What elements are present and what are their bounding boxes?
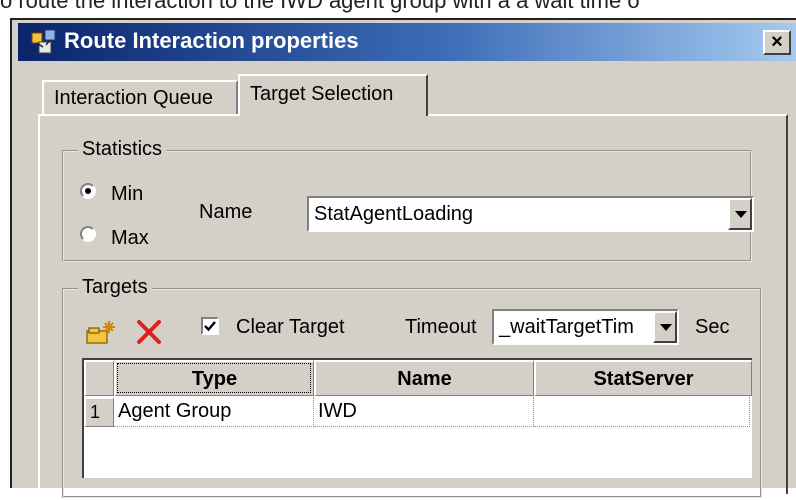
statistic-name-value: StatAgentLoading <box>314 203 474 225</box>
timeout-unit-label: Sec <box>695 316 730 338</box>
chevron-down-icon <box>735 211 747 218</box>
document-caption: o route the interaction to the IWD agent… <box>0 0 640 13</box>
row-number[interactable]: 1 <box>84 397 114 427</box>
radio-min[interactable] <box>80 183 96 199</box>
tab-interaction-queue[interactable]: Interaction Queue <box>42 80 238 114</box>
tab-label: Target Selection <box>250 83 394 105</box>
cell-type[interactable]: Agent Group <box>114 397 314 427</box>
clear-target-checkbox[interactable] <box>201 317 219 335</box>
radio-max-label[interactable]: Max <box>111 227 149 250</box>
timeout-value: _waitTargetTim <box>499 316 634 338</box>
close-button[interactable]: × <box>763 30 791 55</box>
checkmark-icon <box>204 321 216 332</box>
targets-legend: Targets <box>78 276 152 299</box>
route-interaction-icon <box>31 29 56 54</box>
statistic-name-dropdown-button[interactable] <box>728 198 752 230</box>
title-bar[interactable]: Route Interaction properties × <box>18 23 796 61</box>
add-target-icon[interactable] <box>85 317 119 345</box>
dialog-title: Route Interaction properties <box>64 28 359 53</box>
radio-max[interactable] <box>80 226 96 242</box>
tab-label: Interaction Queue <box>54 87 213 109</box>
cell-statserver[interactable] <box>534 397 750 427</box>
targets-table[interactable]: Type Name StatServer 1 Agent Group IWD <box>82 358 752 478</box>
statistic-name-combo[interactable]: StatAgentLoading <box>307 196 754 232</box>
name-label: Name <box>199 201 253 223</box>
timeout-label: Timeout <box>405 316 477 338</box>
timeout-dropdown-button[interactable] <box>653 311 677 343</box>
radio-min-label[interactable]: Min <box>111 183 143 206</box>
timeout-combo[interactable]: _waitTargetTim <box>492 309 679 345</box>
tab-target-selection[interactable]: Target Selection <box>238 74 428 116</box>
table-corner-header <box>84 360 114 396</box>
column-header-name[interactable]: Name <box>314 360 534 396</box>
cell-name[interactable]: IWD <box>314 397 534 427</box>
radio-min-selected-dot <box>85 188 91 194</box>
delete-x-icon[interactable] <box>135 318 163 346</box>
column-header-type[interactable]: Type <box>114 360 314 396</box>
chevron-down-icon <box>660 324 672 331</box>
clear-target-label[interactable]: Clear Target <box>236 316 345 339</box>
statistics-legend: Statistics <box>78 138 167 161</box>
column-header-statserver[interactable]: StatServer <box>534 360 752 396</box>
